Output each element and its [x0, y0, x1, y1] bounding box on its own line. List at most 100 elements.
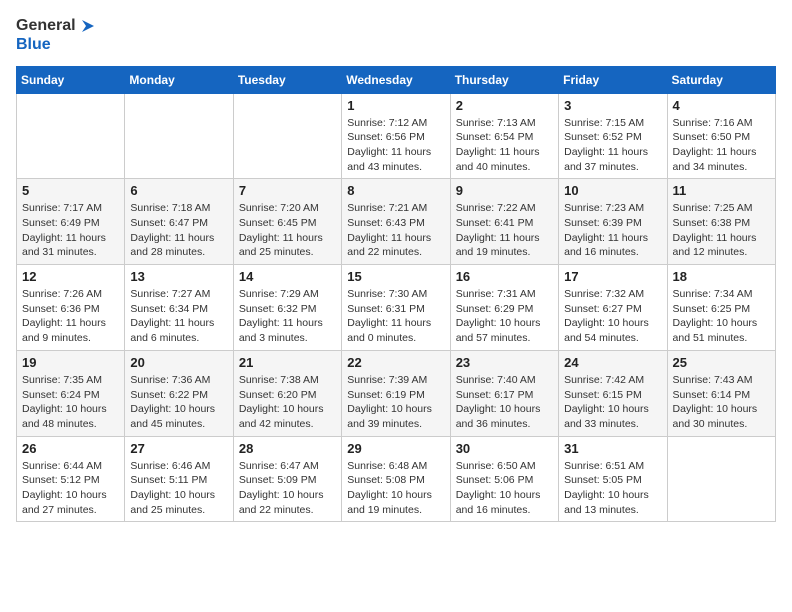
- week-row-4: 19Sunrise: 7:35 AM Sunset: 6:24 PM Dayli…: [17, 350, 776, 436]
- logo: General Blue: [16, 16, 98, 54]
- calendar-cell: 1 Sunrise: 7:12 AM Sunset: 6:56 PM Daylig…: [342, 93, 450, 179]
- calendar-cell: 25 Sunrise: 7:43 AM Sunset: 6:14 PM Dayli…: [667, 350, 775, 436]
- day-info: Sunrise: 6:51 AM Sunset: 5:05 PM Dayligh…: [564, 459, 661, 518]
- calendar-cell: 20 Sunrise: 7:36 AM Sunset: 6:22 PM Dayli…: [125, 350, 233, 436]
- calendar-cell: 7 Sunrise: 7:20 AM Sunset: 6:45 PM Daylig…: [233, 179, 341, 265]
- day-number: 26: [22, 441, 119, 456]
- calendar-cell: [125, 93, 233, 179]
- day-info: Sunrise: 7:30 AM Sunset: 6:31 PM Dayligh…: [347, 287, 444, 346]
- logo-arrow-icon: [78, 16, 98, 36]
- calendar-cell: 12 Sunrise: 7:26 AM Sunset: 6:36 PM Dayli…: [17, 265, 125, 351]
- day-number: 25: [673, 355, 770, 370]
- day-info: Sunrise: 7:15 AM Sunset: 6:52 PM Dayligh…: [564, 116, 661, 175]
- day-info: Sunrise: 7:39 AM Sunset: 6:19 PM Dayligh…: [347, 373, 444, 432]
- day-number: 27: [130, 441, 227, 456]
- day-number: 31: [564, 441, 661, 456]
- week-row-3: 12 Sunrise: 7:26 AM Sunset: 6:36 PM Dayli…: [17, 265, 776, 351]
- calendar-cell: 10 Sunrise: 7:23 AM Sunset: 6:39 PM Dayli…: [559, 179, 667, 265]
- day-number: 1: [347, 98, 444, 113]
- calendar-cell: 9Sunrise: 7:22 AM Sunset: 6:41 PM Daylig…: [450, 179, 558, 265]
- day-info: Sunrise: 7:12 AM Sunset: 6:56 PM Dayligh…: [347, 116, 444, 175]
- day-number: 15: [347, 269, 444, 284]
- day-info: Sunrise: 7:31 AM Sunset: 6:29 PM Dayligh…: [456, 287, 553, 346]
- calendar-cell: 4Sunrise: 7:16 AM Sunset: 6:50 PM Daylig…: [667, 93, 775, 179]
- week-row-2: 5 Sunrise: 7:17 AM Sunset: 6:49 PM Daylig…: [17, 179, 776, 265]
- calendar-cell: [17, 93, 125, 179]
- day-header-monday: Monday: [125, 66, 233, 93]
- calendar-cell: 14 Sunrise: 7:29 AM Sunset: 6:32 PM Dayli…: [233, 265, 341, 351]
- day-number: 13: [130, 269, 227, 284]
- calendar-cell: 17 Sunrise: 7:32 AM Sunset: 6:27 PM Dayli…: [559, 265, 667, 351]
- days-header-row: SundayMondayTuesdayWednesdayThursdayFrid…: [17, 66, 776, 93]
- calendar-cell: 31 Sunrise: 6:51 AM Sunset: 5:05 PM Dayli…: [559, 436, 667, 522]
- day-number: 6: [130, 183, 227, 198]
- calendar-cell: 13 Sunrise: 7:27 AM Sunset: 6:34 PM Dayli…: [125, 265, 233, 351]
- calendar-cell: 5 Sunrise: 7:17 AM Sunset: 6:49 PM Daylig…: [17, 179, 125, 265]
- day-number: 8: [347, 183, 444, 198]
- day-info: Sunrise: 7:29 AM Sunset: 6:32 PM Dayligh…: [239, 287, 336, 346]
- calendar-cell: 18 Sunrise: 7:34 AM Sunset: 6:25 PM Dayli…: [667, 265, 775, 351]
- calendar-cell: [233, 93, 341, 179]
- day-number: 20: [130, 355, 227, 370]
- calendar-cell: [667, 436, 775, 522]
- calendar-cell: 2 Sunrise: 7:13 AM Sunset: 6:54 PM Daylig…: [450, 93, 558, 179]
- logo-container: General Blue: [16, 16, 98, 54]
- day-header-saturday: Saturday: [667, 66, 775, 93]
- calendar-cell: 29Sunrise: 6:48 AM Sunset: 5:08 PM Dayli…: [342, 436, 450, 522]
- day-number: 5: [22, 183, 119, 198]
- calendar-cell: 11Sunrise: 7:25 AM Sunset: 6:38 PM Dayli…: [667, 179, 775, 265]
- day-number: 14: [239, 269, 336, 284]
- day-number: 12: [22, 269, 119, 284]
- calendar-cell: 8 Sunrise: 7:21 AM Sunset: 6:43 PM Daylig…: [342, 179, 450, 265]
- calendar-cell: 22Sunrise: 7:39 AM Sunset: 6:19 PM Dayli…: [342, 350, 450, 436]
- day-info: Sunrise: 7:22 AM Sunset: 6:41 PM Dayligh…: [456, 201, 553, 260]
- day-number: 23: [456, 355, 553, 370]
- day-info: Sunrise: 7:40 AM Sunset: 6:17 PM Dayligh…: [456, 373, 553, 432]
- day-info: Sunrise: 7:23 AM Sunset: 6:39 PM Dayligh…: [564, 201, 661, 260]
- day-number: 17: [564, 269, 661, 284]
- day-header-wednesday: Wednesday: [342, 66, 450, 93]
- day-info: Sunrise: 7:13 AM Sunset: 6:54 PM Dayligh…: [456, 116, 553, 175]
- day-number: 24: [564, 355, 661, 370]
- day-info: Sunrise: 7:27 AM Sunset: 6:34 PM Dayligh…: [130, 287, 227, 346]
- day-number: 7: [239, 183, 336, 198]
- week-row-5: 26Sunrise: 6:44 AM Sunset: 5:12 PM Dayli…: [17, 436, 776, 522]
- day-info: Sunrise: 7:38 AM Sunset: 6:20 PM Dayligh…: [239, 373, 336, 432]
- day-header-thursday: Thursday: [450, 66, 558, 93]
- calendar-cell: 28 Sunrise: 6:47 AM Sunset: 5:09 PM Dayli…: [233, 436, 341, 522]
- day-info: Sunrise: 7:32 AM Sunset: 6:27 PM Dayligh…: [564, 287, 661, 346]
- day-info: Sunrise: 7:42 AM Sunset: 6:15 PM Dayligh…: [564, 373, 661, 432]
- day-info: Sunrise: 7:20 AM Sunset: 6:45 PM Dayligh…: [239, 201, 336, 260]
- day-number: 2: [456, 98, 553, 113]
- day-number: 10: [564, 183, 661, 198]
- day-number: 30: [456, 441, 553, 456]
- calendar-cell: 19Sunrise: 7:35 AM Sunset: 6:24 PM Dayli…: [17, 350, 125, 436]
- day-info: Sunrise: 6:48 AM Sunset: 5:08 PM Dayligh…: [347, 459, 444, 518]
- calendar-cell: 3 Sunrise: 7:15 AM Sunset: 6:52 PM Daylig…: [559, 93, 667, 179]
- day-header-friday: Friday: [559, 66, 667, 93]
- day-info: Sunrise: 7:17 AM Sunset: 6:49 PM Dayligh…: [22, 201, 119, 260]
- day-info: Sunrise: 7:35 AM Sunset: 6:24 PM Dayligh…: [22, 373, 119, 432]
- day-info: Sunrise: 7:43 AM Sunset: 6:14 PM Dayligh…: [673, 373, 770, 432]
- calendar-cell: 16Sunrise: 7:31 AM Sunset: 6:29 PM Dayli…: [450, 265, 558, 351]
- day-number: 4: [673, 98, 770, 113]
- day-number: 18: [673, 269, 770, 284]
- day-info: Sunrise: 7:21 AM Sunset: 6:43 PM Dayligh…: [347, 201, 444, 260]
- day-info: Sunrise: 7:26 AM Sunset: 6:36 PM Dayligh…: [22, 287, 119, 346]
- day-number: 11: [673, 183, 770, 198]
- calendar-cell: 30 Sunrise: 6:50 AM Sunset: 5:06 PM Dayli…: [450, 436, 558, 522]
- calendar-cell: 6 Sunrise: 7:18 AM Sunset: 6:47 PM Daylig…: [125, 179, 233, 265]
- day-number: 21: [239, 355, 336, 370]
- page-header: General Blue: [16, 16, 776, 54]
- calendar-cell: 27 Sunrise: 6:46 AM Sunset: 5:11 PM Dayli…: [125, 436, 233, 522]
- day-number: 3: [564, 98, 661, 113]
- day-info: Sunrise: 7:36 AM Sunset: 6:22 PM Dayligh…: [130, 373, 227, 432]
- day-info: Sunrise: 6:46 AM Sunset: 5:11 PM Dayligh…: [130, 459, 227, 518]
- day-info: Sunrise: 6:50 AM Sunset: 5:06 PM Dayligh…: [456, 459, 553, 518]
- logo-blue-text: Blue: [16, 36, 98, 54]
- day-info: Sunrise: 7:34 AM Sunset: 6:25 PM Dayligh…: [673, 287, 770, 346]
- day-header-tuesday: Tuesday: [233, 66, 341, 93]
- day-info: Sunrise: 7:18 AM Sunset: 6:47 PM Dayligh…: [130, 201, 227, 260]
- day-info: Sunrise: 6:47 AM Sunset: 5:09 PM Dayligh…: [239, 459, 336, 518]
- day-number: 28: [239, 441, 336, 456]
